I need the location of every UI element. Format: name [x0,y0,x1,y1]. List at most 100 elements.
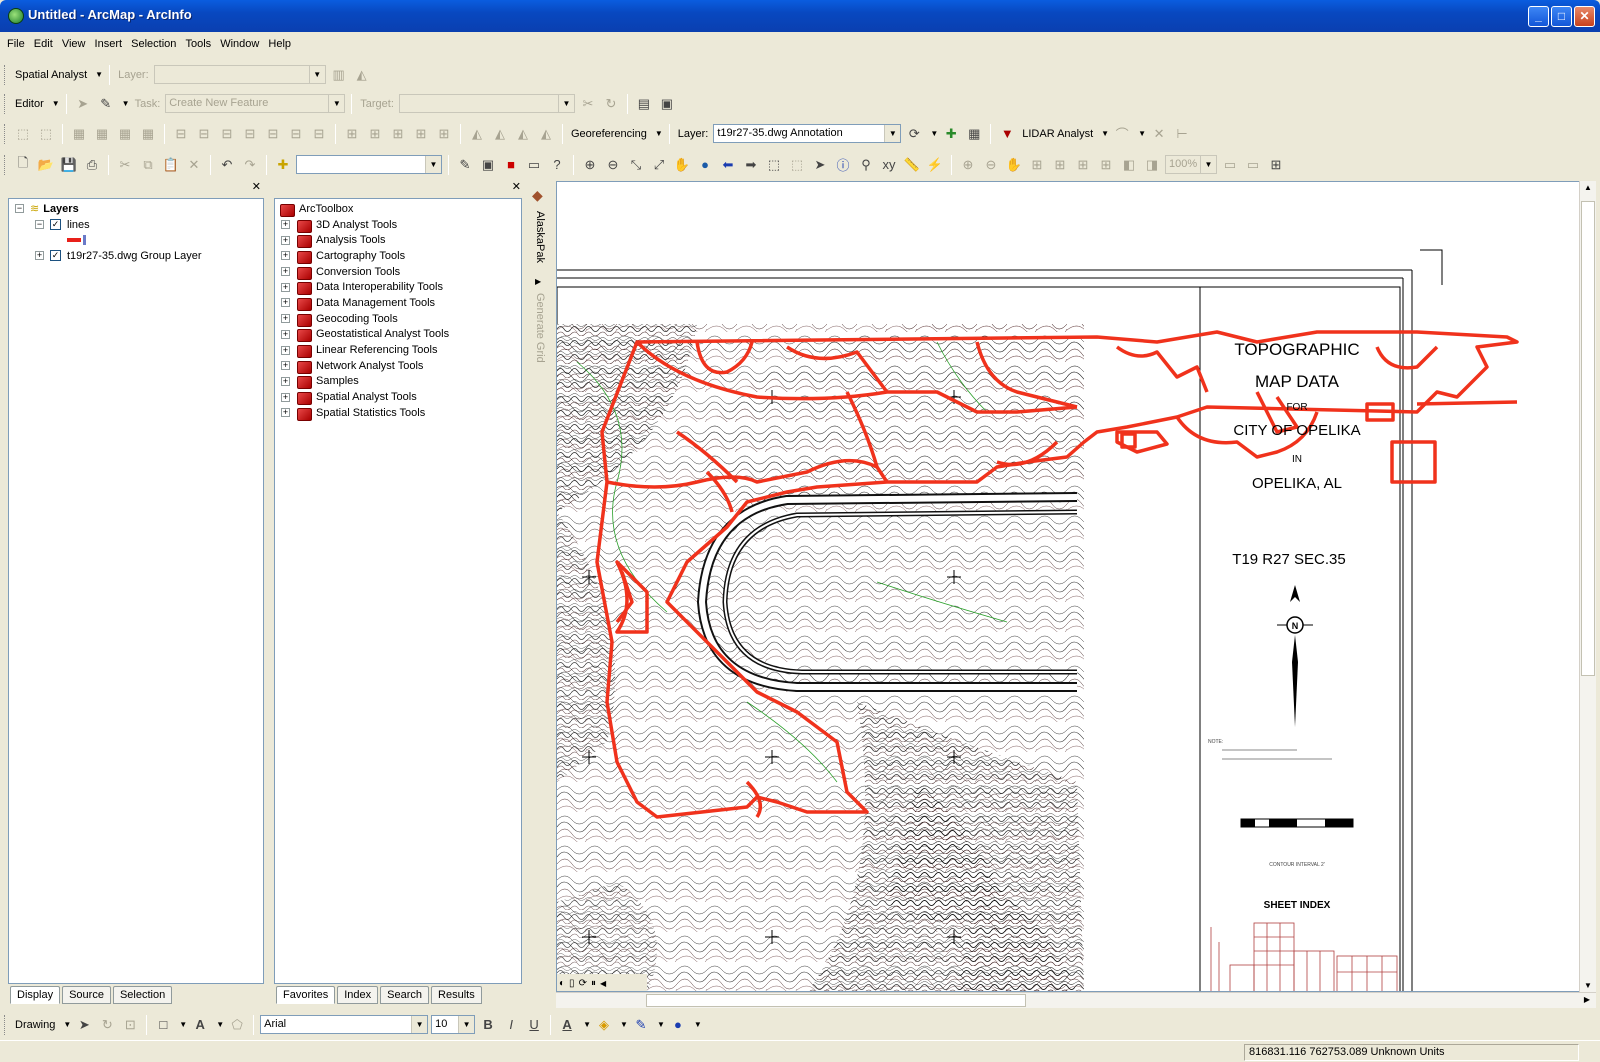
line-color-icon[interactable]: ✎ [631,1015,651,1035]
marker-color-icon[interactable]: ● [668,1015,688,1035]
tab-display[interactable]: Display [10,986,61,1004]
group-icon[interactable]: ⊞ [434,124,454,144]
rotate-element-icon[interactable]: ↻ [97,1015,117,1035]
select-features-icon[interactable]: ⬚ [764,155,784,175]
chevron-right-icon[interactable]: ▶ [535,277,541,286]
map-layout-view[interactable]: TOPOGRAPHIC MAP DATA FOR CITY OF OPELIKA… [556,181,1580,992]
fixed-zoom-icon[interactable]: ⊞ [1073,155,1093,175]
chevron-down-icon[interactable]: ▼ [620,1020,628,1029]
previous-extent-icon[interactable]: ◧ [1119,155,1139,175]
menu-tools[interactable]: Tools [182,36,214,52]
arccatalog-icon[interactable]: ▣ [478,155,498,175]
fixed-zoom-in-icon[interactable]: ⤡ [626,155,646,175]
identify-icon[interactable]: ⓘ [833,155,853,175]
edit-tool-icon[interactable]: ➤ [73,94,93,114]
toolbox-item[interactable]: + Samples [279,374,449,390]
scroll-up-icon[interactable]: ▲ [1584,183,1592,192]
full-extent-icon[interactable]: ● [695,155,715,175]
distribute-icon[interactable]: ⊟ [171,124,191,144]
italic-icon[interactable]: I [501,1015,521,1035]
align-icon[interactable]: ▦ [138,124,158,144]
whats-this-icon[interactable]: ? [547,155,567,175]
undo-icon[interactable]: ↶ [217,155,237,175]
flip-icon[interactable]: ◭ [467,124,487,144]
tab-selection[interactable]: Selection [112,986,173,1004]
sketch-tool-icon[interactable]: ✎ [96,94,116,114]
zoom-in-icon[interactable]: ⊕ [580,155,600,175]
toc-layer-lines[interactable]: − ✓ lines [15,217,202,233]
scroll-thumb[interactable] [1581,201,1595,676]
contour-icon[interactable]: ◭ [352,65,372,85]
zoom-whole-page-icon[interactable]: ⊞ [1027,155,1047,175]
chevron-down-icon[interactable]: ▼ [52,99,60,108]
chevron-down-icon[interactable]: ▼ [122,99,130,108]
zoom-100-icon[interactable]: ⊞ [1050,155,1070,175]
scroll-left-icon[interactable]: ◀ [600,979,606,988]
select-elements-icon[interactable]: ➤ [810,155,830,175]
fill-color-icon[interactable]: ◈ [594,1015,614,1035]
map-scale-select[interactable]: ▼ [296,155,442,174]
toolbox-item[interactable]: + Geocoding Tools [279,311,449,327]
chevron-down-icon[interactable]: ▼ [95,70,103,79]
scroll-thumb[interactable] [646,994,1026,1007]
task-select[interactable]: Create New Feature ▼ [165,94,346,113]
close-button[interactable]: ✕ [1574,6,1595,27]
toolbox-item[interactable]: + Spatial Analyst Tools [279,389,449,406]
georeferencing-menu[interactable]: Georeferencing [569,128,649,140]
print-icon[interactable]: ⎙ [82,155,102,175]
horizontal-scrollbar[interactable]: ▶ [556,992,1596,1008]
fillet-icon[interactable]: ⬚ [36,124,56,144]
bold-icon[interactable]: B [478,1015,498,1035]
arctoolbox-icon[interactable]: ■ [501,155,521,175]
toolbar-grip[interactable] [4,154,7,175]
tab-index[interactable]: Index [337,986,379,1004]
font-size-select[interactable]: 10 ▼ [431,1015,476,1034]
distribute-icon[interactable]: ⊟ [194,124,214,144]
distribute-icon[interactable]: ⊟ [263,124,283,144]
expand-icon[interactable]: + [281,392,290,402]
toolbox-item[interactable]: + Data Management Tools [279,295,449,311]
menu-file[interactable]: File [4,36,28,52]
menu-edit[interactable]: Edit [31,36,56,52]
toolbox-item[interactable]: + Network Analyst Tools [279,358,449,374]
chevron-down-icon[interactable]: ▼ [655,129,663,138]
chevron-down-icon[interactable]: ▼ [583,1020,591,1029]
minimize-button[interactable]: _ [1528,6,1549,27]
hyperlink-icon[interactable]: ⚡ [925,155,945,175]
group-icon[interactable]: ⊞ [411,124,431,144]
chevron-down-icon[interactable]: ▼ [63,1020,71,1029]
pause-icon[interactable]: ⏸ [591,978,596,989]
tab-results[interactable]: Results [431,986,482,1004]
copy-features-icon[interactable]: ⬚ [13,124,33,144]
toolbar-grip[interactable] [4,64,7,85]
toolbox-item[interactable]: + Linear Referencing Tools [279,342,449,359]
close-icon[interactable]: ✕ [252,180,261,193]
menu-window[interactable]: Window [217,36,262,52]
distribute-icon[interactable]: ⊟ [309,124,329,144]
command-line-icon[interactable]: ▭ [524,155,544,175]
paste-icon[interactable]: 📋 [161,155,181,175]
group-icon[interactable]: ⊞ [342,124,362,144]
histogram-icon[interactable]: ▥ [329,65,349,85]
add-data-icon[interactable]: ✚ [273,155,293,175]
layer-visibility-checkbox[interactable]: ✓ [50,219,61,231]
tab-source[interactable]: Source [62,986,111,1004]
tab-favorites[interactable]: Favorites [276,986,336,1004]
layer-visibility-checkbox[interactable]: ✓ [50,250,61,262]
group-icon[interactable]: ⊞ [365,124,385,144]
scroll-down-icon[interactable]: ▼ [1584,981,1592,990]
group-icon[interactable]: ⊞ [388,124,408,144]
rotate-icon[interactable]: ⟳ [904,124,924,144]
edit-vertices-icon[interactable]: ⬠ [227,1015,247,1035]
toolbox-item[interactable]: + Data Interoperability Tools [279,279,449,296]
data-view-icon[interactable]: ◐ [559,978,565,989]
sketch-properties-icon[interactable]: ▣ [657,94,677,114]
chevron-down-icon[interactable]: ▼ [1101,129,1109,138]
target-select[interactable]: ▼ [398,94,575,113]
menu-selection[interactable]: Selection [128,36,179,52]
align-icon[interactable]: ▦ [115,124,135,144]
chevron-down-icon[interactable]: ▼ [216,1020,224,1029]
rectangle-icon[interactable]: □ [153,1015,173,1035]
rotate-tool-icon[interactable]: ↻ [601,94,621,114]
georef-layer-select[interactable]: t19r27-35.dwg Annotation ▼ [713,124,902,143]
